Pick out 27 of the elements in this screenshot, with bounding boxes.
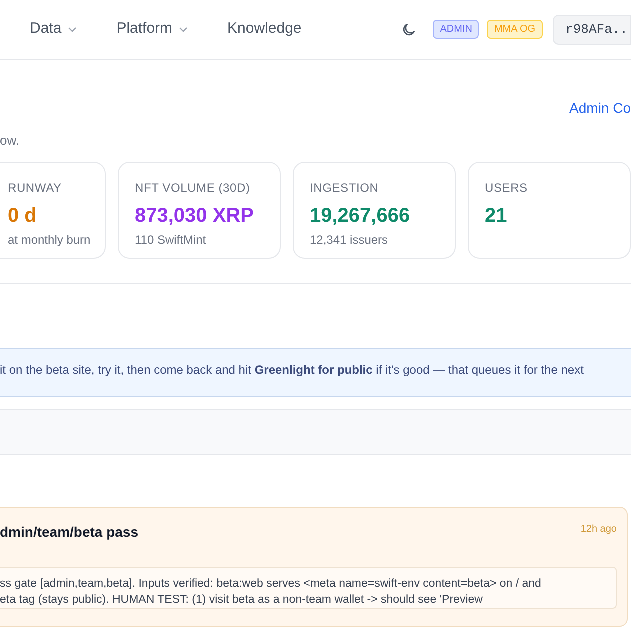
role-badge: MMA OG <box>487 20 543 39</box>
stat-label: INGESTION <box>310 180 380 197</box>
nav-menu-item[interactable]: Knowledge <box>228 18 302 41</box>
detail-text: ss gate [admin,team,beta]. Inputs verified: beta:web serves <meta name=swift-env content=beta> on / and <box>0 577 542 592</box>
stat-subtext: 12,341 issuers <box>310 232 390 249</box>
nav-menu-item[interactable]: Data <box>30 18 77 41</box>
subtitle-text: ow. <box>0 133 20 148</box>
stat-value: 19,267,666 <box>310 204 412 229</box>
item-time: 12h ago <box>580 523 617 537</box>
stat-subtext: at monthly burn <box>8 232 92 249</box>
stat-subtext: 110 SwiftMint <box>135 232 208 249</box>
stat-value: 0 d <box>8 204 38 229</box>
stat-label: RUNWAY <box>8 180 63 197</box>
detail-text: eta tag (stays public). HUMAN TEST: (1) visit beta as a non-team wallet -> should see 'Preview <box>0 593 484 608</box>
wallet-button[interactable]: r98AFa.. <box>552 14 631 44</box>
nav-menu-item[interactable]: Platform <box>116 18 188 41</box>
item-title: dmin/team/beta pass <box>0 523 138 542</box>
chevron-down-icon <box>68 26 77 32</box>
stat-label: NFT VOLUME (30D) <box>135 180 252 197</box>
stat-value: 873,030 XRP <box>135 204 255 229</box>
stat-label: USERS <box>485 180 529 197</box>
role-badge: ADMIN <box>433 20 480 39</box>
chevron-down-icon <box>178 26 188 32</box>
admin-link[interactable]: Admin Co <box>570 98 631 118</box>
notice-text: it on the beta site, try it, then come back and hit Greenlight for public if it's good — that queues it for the next <box>0 363 584 377</box>
moon-icon[interactable] <box>401 22 418 38</box>
stat-value: 21 <box>485 204 508 229</box>
